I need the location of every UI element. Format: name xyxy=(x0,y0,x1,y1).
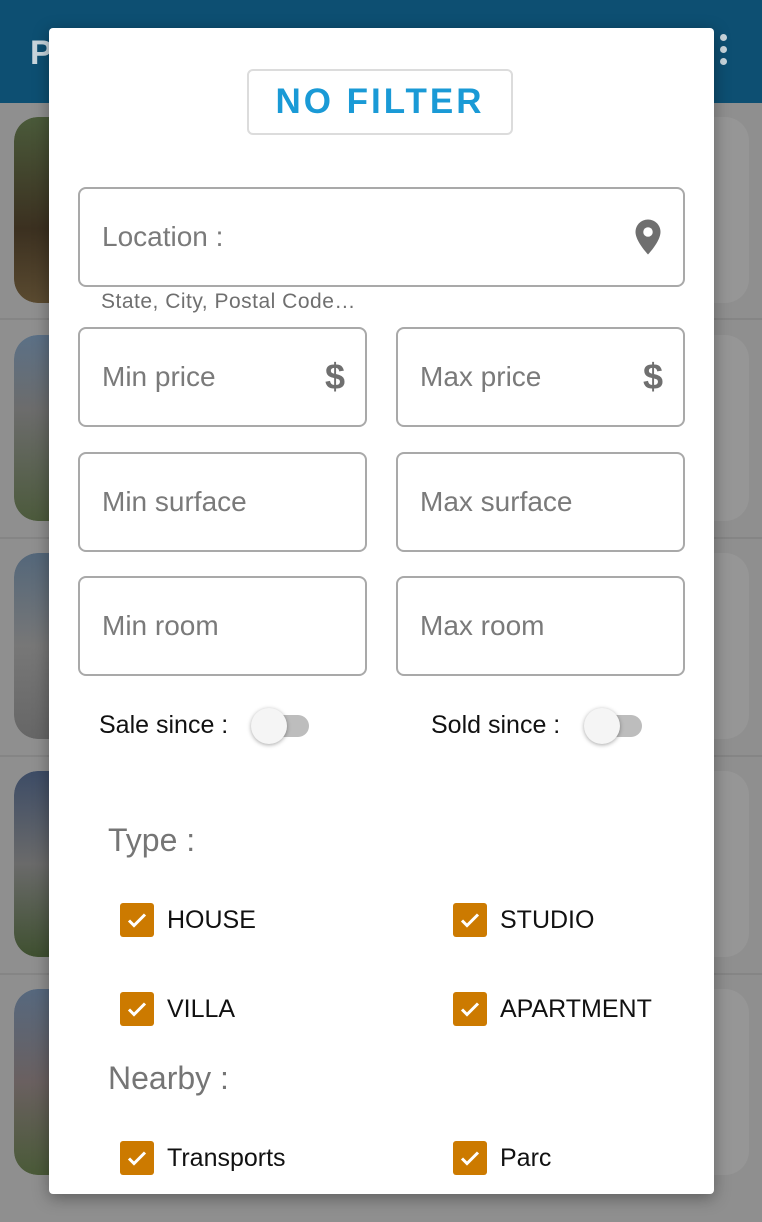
sold-since-switch[interactable] xyxy=(584,705,644,745)
check-icon[interactable] xyxy=(453,903,487,937)
max-price-input[interactable] xyxy=(398,329,683,425)
max-room-field[interactable] xyxy=(396,576,685,676)
nearby-option-label: Transports xyxy=(167,1143,286,1172)
no-filter-button[interactable]: NO FILTER xyxy=(247,69,513,135)
type-option-label: VILLA xyxy=(167,994,236,1023)
type-option-studio[interactable]: STUDIO xyxy=(453,903,594,937)
type-option-villa[interactable]: VILLA xyxy=(120,992,235,1026)
sold-since-label: Sold since : xyxy=(431,711,561,739)
dollar-icon: $ xyxy=(642,356,663,397)
more-vert-icon[interactable] xyxy=(716,34,730,70)
min-price-field[interactable]: $ xyxy=(78,327,367,427)
check-icon[interactable] xyxy=(120,1141,154,1175)
type-option-label: HOUSE xyxy=(167,905,256,934)
sale-since-switch[interactable] xyxy=(251,705,311,745)
check-icon[interactable] xyxy=(120,992,154,1026)
location-input[interactable] xyxy=(80,189,683,285)
location-helper-text: State, City, Postal Code… xyxy=(101,290,356,313)
switch-thumb xyxy=(251,708,287,744)
max-room-input[interactable] xyxy=(398,578,683,674)
type-option-label: STUDIO xyxy=(500,905,595,934)
type-option-apartment[interactable]: APARTMENT xyxy=(453,992,652,1026)
type-section-label: Type : xyxy=(108,822,196,858)
max-price-field[interactable]: $ xyxy=(396,327,685,427)
min-surface-field[interactable] xyxy=(78,452,367,552)
dollar-icon: $ xyxy=(324,356,345,397)
location-field[interactable] xyxy=(78,187,685,287)
filter-dialog: NO FILTER State, City, Postal Code… $ $ … xyxy=(49,28,714,1194)
type-option-label: APARTMENT xyxy=(500,994,652,1023)
switch-thumb xyxy=(584,708,620,744)
nearby-section-label: Nearby : xyxy=(108,1060,229,1096)
nearby-option-parc[interactable]: Parc xyxy=(453,1141,551,1175)
min-room-input[interactable] xyxy=(80,578,365,674)
location-pin-icon[interactable] xyxy=(633,218,663,256)
nearby-option-transports[interactable]: Transports xyxy=(120,1141,286,1175)
nearby-option-label: Parc xyxy=(500,1143,552,1172)
max-surface-input[interactable] xyxy=(398,454,683,550)
min-price-input[interactable] xyxy=(80,329,365,425)
max-surface-field[interactable] xyxy=(396,452,685,552)
min-room-field[interactable] xyxy=(78,576,367,676)
sale-since-label: Sale since : xyxy=(99,711,229,739)
check-icon[interactable] xyxy=(453,992,487,1026)
check-icon[interactable] xyxy=(453,1141,487,1175)
check-icon[interactable] xyxy=(120,903,154,937)
min-surface-input[interactable] xyxy=(80,454,365,550)
type-option-house[interactable]: HOUSE xyxy=(120,903,256,937)
